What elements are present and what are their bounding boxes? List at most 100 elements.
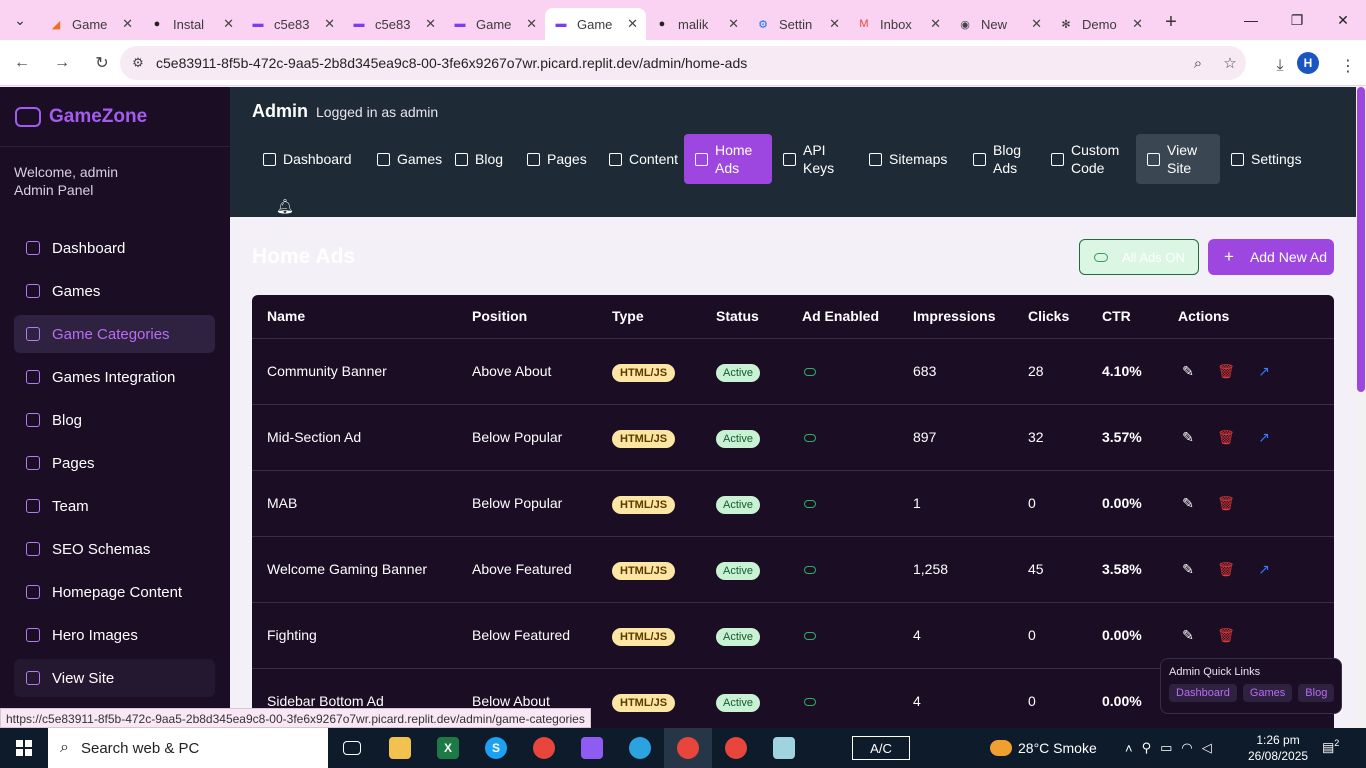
tab-pages[interactable]: Pages bbox=[516, 134, 598, 184]
ad-enabled-toggle[interactable] bbox=[804, 632, 816, 640]
profile-avatar[interactable]: H bbox=[1297, 52, 1319, 74]
tab-settings[interactable]: Settings bbox=[1220, 134, 1302, 184]
forward-button[interactable]: → bbox=[44, 45, 80, 81]
file-explorer-icon[interactable] bbox=[376, 728, 424, 768]
tab-blog-ads[interactable]: Blog Ads bbox=[962, 134, 1040, 184]
sidebar-item-games-integration[interactable]: Games Integration bbox=[14, 358, 215, 396]
ad-enabled-toggle[interactable] bbox=[804, 566, 816, 574]
taskbar-search[interactable]: ⌕ Search web & PC bbox=[48, 728, 328, 768]
app-icon[interactable] bbox=[760, 728, 808, 768]
skype-icon[interactable]: S bbox=[472, 728, 520, 768]
back-button[interactable]: ← bbox=[4, 45, 40, 81]
maximize-button[interactable]: ❐ bbox=[1274, 0, 1320, 40]
sidebar-item-homepage-content[interactable]: Homepage Content bbox=[14, 573, 215, 611]
external-link-icon[interactable]: ↗ bbox=[1254, 561, 1274, 578]
close-tab-icon[interactable]: ✕ bbox=[829, 16, 840, 32]
ac-label[interactable]: A/C bbox=[852, 736, 910, 760]
browser-tab[interactable]: ▬ Game ✕ bbox=[545, 8, 646, 40]
all-ads-toggle-button[interactable]: All Ads ON bbox=[1079, 239, 1199, 275]
close-tab-icon[interactable]: ✕ bbox=[1031, 16, 1042, 32]
ad-enabled-toggle[interactable] bbox=[804, 500, 816, 508]
external-link-icon[interactable]: ↗ bbox=[1254, 429, 1274, 446]
notification-icon[interactable]: ▤2 bbox=[1322, 738, 1346, 758]
sidebar-item-team[interactable]: Team bbox=[14, 487, 215, 525]
close-tab-icon[interactable]: ✕ bbox=[223, 16, 234, 32]
delete-icon[interactable]: 🗑︎ bbox=[1216, 561, 1236, 578]
external-link-icon[interactable]: ↗ bbox=[1254, 363, 1274, 380]
wifi-icon[interactable]: ◠ bbox=[1181, 740, 1192, 756]
tab-sitemaps[interactable]: Sitemaps bbox=[858, 134, 962, 184]
weather-widget[interactable]: 28°C Smoke bbox=[990, 728, 1097, 768]
close-tab-icon[interactable]: ✕ bbox=[728, 16, 739, 32]
clock[interactable]: 1:26 pm 26/08/2025 bbox=[1248, 732, 1308, 764]
telegram-icon[interactable] bbox=[616, 728, 664, 768]
task-view-icon[interactable] bbox=[328, 728, 376, 768]
scrollbar-thumb[interactable] bbox=[1357, 87, 1365, 392]
browser-tab[interactable]: ◢ Game ✕ bbox=[40, 8, 141, 40]
edit-icon[interactable]: ✎ bbox=[1178, 495, 1198, 512]
new-tab-button[interactable]: + bbox=[1151, 11, 1191, 34]
add-new-ad-button[interactable]: + Add New Ad bbox=[1208, 239, 1334, 275]
browser-tab[interactable]: ▬ Game ✕ bbox=[444, 8, 545, 40]
url-text[interactable]: c5e83911-8f5b-472c-9aa5-2b8d345ea9c8-00-… bbox=[156, 55, 1182, 71]
tab-dashboard[interactable]: Dashboard bbox=[252, 134, 366, 184]
browser-tab[interactable]: ● Instal ✕ bbox=[141, 8, 242, 40]
brand[interactable]: GameZone bbox=[0, 87, 230, 147]
chrome-icon[interactable] bbox=[520, 728, 568, 768]
close-tab-icon[interactable]: ✕ bbox=[324, 16, 335, 32]
site-info-icon[interactable]: ⚙ bbox=[120, 55, 156, 71]
network-icon[interactable]: ⚲ bbox=[1142, 740, 1152, 756]
ad-enabled-toggle[interactable] bbox=[804, 698, 816, 706]
tab-blog[interactable]: Blog bbox=[444, 134, 516, 184]
minimize-button[interactable]: — bbox=[1228, 0, 1274, 40]
close-tab-icon[interactable]: ✕ bbox=[122, 16, 133, 32]
vpn-icon[interactable] bbox=[568, 728, 616, 768]
tab-custom-code[interactable]: Custom Code bbox=[1040, 134, 1136, 184]
download-icon[interactable]: ⤓ bbox=[1262, 48, 1298, 84]
sidebar-item-blog[interactable]: Blog bbox=[14, 401, 215, 439]
sidebar-item-seo-schemas[interactable]: SEO Schemas bbox=[14, 530, 215, 568]
excel-icon[interactable]: X bbox=[424, 728, 472, 768]
chrome-profile-icon[interactable] bbox=[664, 728, 712, 768]
close-tab-icon[interactable]: ✕ bbox=[627, 16, 638, 32]
close-window-button[interactable]: ✕ bbox=[1320, 0, 1366, 40]
volume-icon[interactable]: ◁ bbox=[1202, 740, 1212, 756]
tab-games[interactable]: Games bbox=[366, 134, 444, 184]
reload-button[interactable]: ↻ bbox=[84, 45, 120, 81]
tab-search-chevron-icon[interactable]: ⌄ bbox=[0, 0, 40, 40]
tab-api-keys[interactable]: API Keys bbox=[772, 134, 858, 184]
delete-icon[interactable]: 🗑︎ bbox=[1216, 429, 1236, 446]
ad-enabled-toggle[interactable] bbox=[804, 368, 816, 376]
sidebar-item-pages[interactable]: Pages bbox=[14, 444, 215, 482]
browser-tab[interactable]: ▬ c5e83 ✕ bbox=[343, 8, 444, 40]
browser-menu-icon[interactable]: ⋮ bbox=[1330, 48, 1366, 84]
bookmark-star-icon[interactable]: ☆ bbox=[1214, 54, 1246, 72]
quick-link-dashboard[interactable]: Dashboard bbox=[1169, 684, 1237, 702]
edit-icon[interactable]: ✎ bbox=[1178, 363, 1198, 380]
delete-icon[interactable]: 🗑︎ bbox=[1216, 495, 1236, 512]
zoom-icon[interactable]: ⌕ bbox=[1182, 55, 1214, 72]
tab-home-ads[interactable]: Home Ads bbox=[684, 134, 772, 184]
browser-tab[interactable]: ▬ c5e83 ✕ bbox=[242, 8, 343, 40]
sidebar-item-game-categories[interactable]: Game Categories bbox=[14, 315, 215, 353]
start-button[interactable] bbox=[0, 728, 48, 768]
tab-content[interactable]: Content bbox=[598, 134, 684, 184]
browser-tab[interactable]: ● malik ✕ bbox=[646, 8, 747, 40]
browser-tab[interactable]: M Inbox ✕ bbox=[848, 8, 949, 40]
delete-icon[interactable]: 🗑︎ bbox=[1216, 363, 1236, 380]
omnibox[interactable]: ⚙ c5e83911-8f5b-472c-9aa5-2b8d345ea9c8-0… bbox=[120, 46, 1246, 80]
tab-view-site[interactable]: View Site bbox=[1136, 134, 1220, 184]
edit-icon[interactable]: ✎ bbox=[1178, 561, 1198, 578]
edit-icon[interactable]: ✎ bbox=[1178, 627, 1198, 644]
battery-icon[interactable]: ▭ bbox=[1160, 740, 1172, 756]
browser-tab[interactable]: ⚙ Settin ✕ bbox=[747, 8, 848, 40]
close-tab-icon[interactable]: ✕ bbox=[425, 16, 436, 32]
sidebar-item-hero-images[interactable]: Hero Images bbox=[14, 616, 215, 654]
close-tab-icon[interactable]: ✕ bbox=[1132, 16, 1143, 32]
chrome-profile-2-icon[interactable] bbox=[712, 728, 760, 768]
close-tab-icon[interactable]: ✕ bbox=[930, 16, 941, 32]
edit-icon[interactable]: ✎ bbox=[1178, 429, 1198, 446]
bell-icon[interactable]: 🔔︎ bbox=[276, 198, 1334, 215]
sidebar-item-games[interactable]: Games bbox=[14, 272, 215, 310]
quick-link-games[interactable]: Games bbox=[1242, 684, 1293, 702]
